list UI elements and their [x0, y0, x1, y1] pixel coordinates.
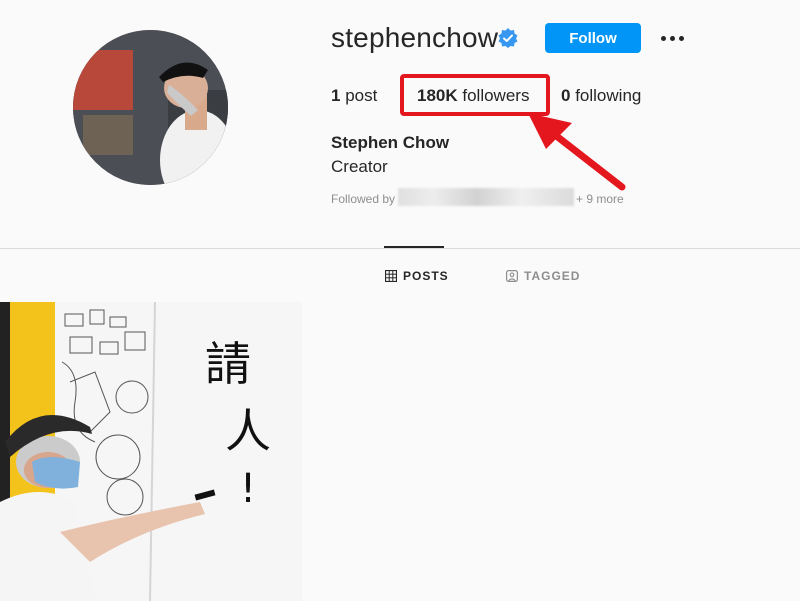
profile-avatar[interactable]	[73, 30, 228, 185]
svg-text:!: !	[240, 466, 256, 512]
whiteboard-handwriting: 請	[205, 337, 251, 391]
tabs-divider	[0, 248, 800, 249]
following-count: 0	[561, 86, 571, 105]
avatar-photo	[73, 30, 228, 185]
tagged-icon	[506, 270, 518, 282]
blurred-follower-names	[398, 188, 574, 206]
annotation-arrow-icon	[528, 113, 626, 191]
active-tab-indicator	[384, 246, 444, 248]
followed-by-label: Followed by	[331, 192, 396, 206]
profile-category: Creator	[331, 157, 388, 176]
tab-tagged-label: TAGGED	[524, 269, 581, 283]
post-photo: 請 人 !	[0, 302, 302, 601]
more-options-icon[interactable]	[657, 25, 687, 51]
following-label: following	[575, 86, 642, 105]
tab-posts-label: POSTS	[403, 269, 449, 283]
posts-label: post	[345, 86, 378, 105]
posts-count: 1	[331, 86, 341, 105]
svg-text:人: 人	[225, 404, 271, 458]
verified-badge-icon	[498, 28, 518, 48]
follow-button[interactable]: Follow	[545, 23, 641, 53]
profile-full-name: Stephen Chow	[331, 133, 450, 152]
grid-icon	[385, 270, 397, 282]
posts-count-stat: 1 post	[331, 86, 377, 106]
profile-username: stephenchow	[331, 22, 499, 53]
tab-tagged[interactable]: TAGGED	[506, 269, 580, 283]
tab-posts[interactable]: POSTS	[385, 269, 449, 283]
following-link[interactable]: 0 following	[561, 86, 641, 106]
followed-by-more-link[interactable]: + 9 more	[576, 192, 624, 206]
post-thumbnail[interactable]: 請 人 !	[0, 302, 302, 601]
